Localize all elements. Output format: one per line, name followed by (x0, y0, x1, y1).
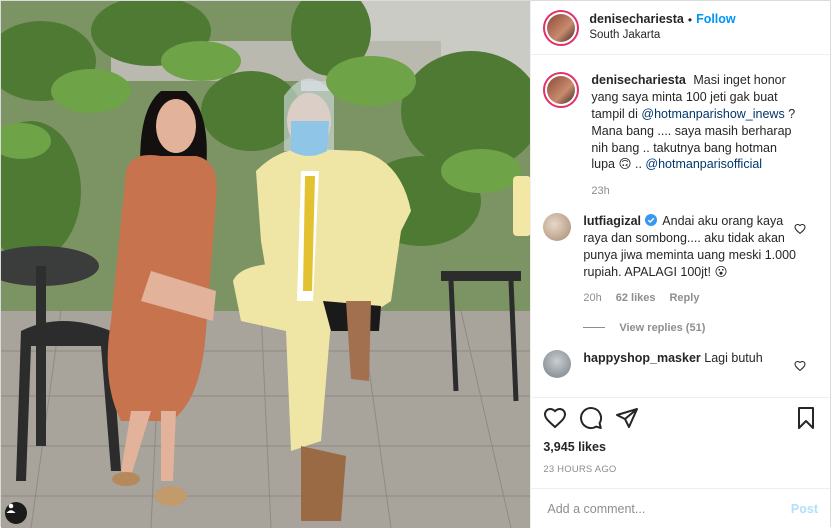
comment-input[interactable] (547, 501, 791, 516)
photo-illustration (1, 1, 531, 528)
location-link[interactable]: South Jakarta (589, 28, 735, 44)
follow-button[interactable]: Follow (696, 11, 736, 28)
commenter-avatar[interactable] (543, 213, 572, 242)
caption: denisechariesta Masi inget honor yang sa… (543, 72, 818, 197)
commenter-username[interactable]: happyshop_masker (583, 351, 700, 365)
likes-count[interactable]: 3,945 likes (543, 440, 818, 454)
comment-item: lutfiagizal Andai aku orang kaya raya da… (543, 213, 818, 305)
commenter-username[interactable]: lutfiagizal (583, 214, 641, 228)
caption-text: denisechariesta Masi inget honor yang sa… (591, 72, 801, 173)
instagram-post: denisechariesta • Follow South Jakarta d… (0, 0, 831, 528)
verified-badge-icon (644, 214, 657, 227)
post-sidebar: denisechariesta • Follow South Jakarta d… (530, 1, 830, 528)
comment-icon[interactable] (579, 406, 603, 430)
separator-dot: • (687, 12, 693, 27)
comment-like-heart-icon[interactable] (794, 360, 806, 372)
view-replies-label: View replies (51) (619, 321, 706, 334)
comment-item: happyshop_masker Lagi butuh (543, 349, 818, 378)
post-comment-button[interactable]: Post (791, 502, 818, 516)
caption-author-avatar[interactable] (543, 72, 580, 108)
mention-link[interactable]: @hotmanparisofficial (645, 157, 762, 171)
add-comment-bar: Post (531, 488, 830, 528)
tagged-user-icon[interactable] (5, 502, 27, 524)
author-avatar[interactable] (543, 9, 580, 46)
post-header: denisechariesta • Follow South Jakarta (531, 1, 830, 55)
caption-timestamp[interactable]: 23h (591, 185, 801, 197)
post-actions: 3,945 likes 23 HOURS AGO (531, 397, 830, 475)
mention-link[interactable]: @hotmanparishow_inews (641, 107, 784, 121)
post-photo[interactable] (1, 1, 531, 528)
caption-username[interactable]: denisechariesta (591, 73, 686, 87)
author-username[interactable]: denisechariesta (589, 11, 684, 28)
replies-divider (583, 327, 606, 329)
share-icon[interactable] (615, 406, 639, 430)
person-icon (6, 503, 16, 513)
view-replies-button[interactable]: View replies (51) (583, 322, 818, 334)
comment-like-heart-icon[interactable] (794, 223, 806, 235)
comment-time[interactable]: 20h (583, 291, 601, 306)
comment-likes[interactable]: 62 likes (616, 291, 656, 306)
commenter-avatar[interactable] (543, 349, 572, 378)
comment-text: Lagi butuh (704, 350, 763, 365)
bookmark-icon[interactable] (794, 406, 818, 430)
comments-section[interactable]: denisechariesta Masi inget honor yang sa… (531, 56, 830, 396)
reply-button[interactable]: Reply (669, 291, 699, 306)
post-timestamp[interactable]: 23 HOURS AGO (543, 464, 818, 475)
heart-icon[interactable] (543, 406, 567, 430)
